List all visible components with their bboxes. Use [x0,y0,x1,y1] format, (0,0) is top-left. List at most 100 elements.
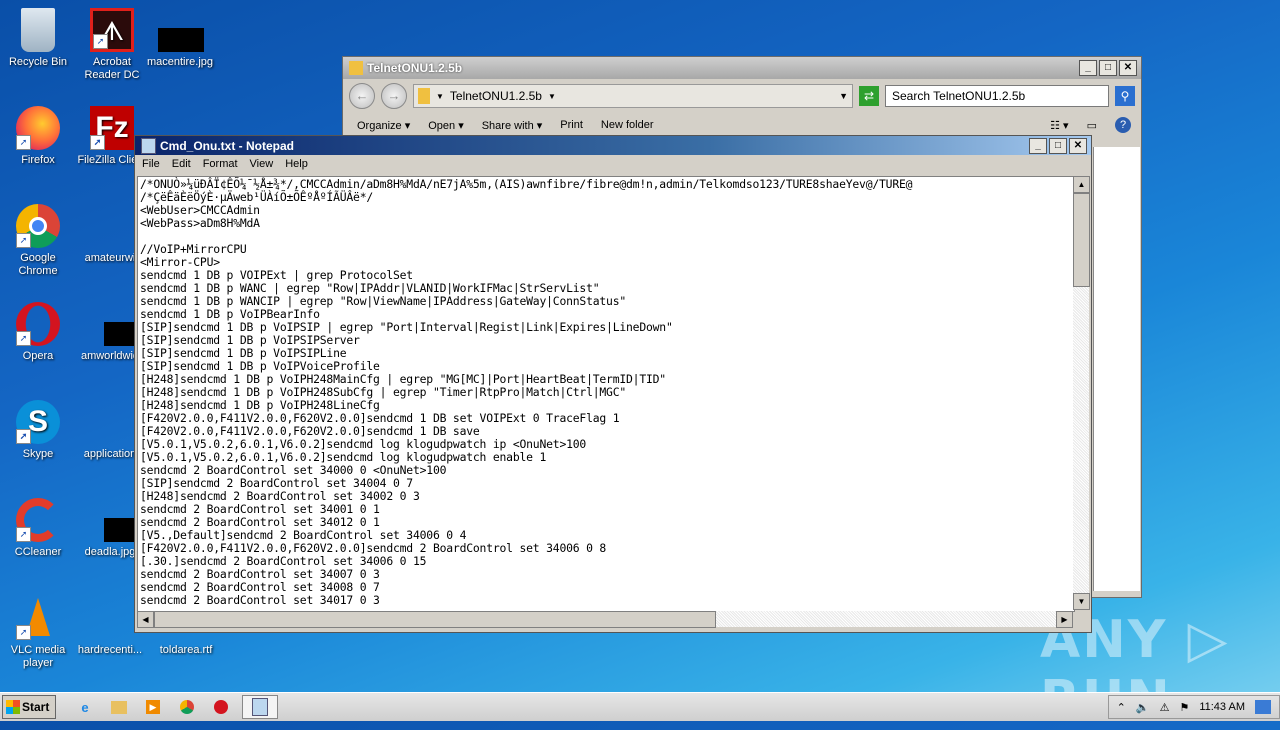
refresh-icon[interactable]: ⇄ [859,86,879,106]
open-button[interactable]: Open ▾ [428,119,464,132]
horizontal-scroll-thumb[interactable] [154,611,716,628]
desktop-icon-label: toldarea.rtf [159,644,213,656]
volume-icon[interactable]: 🔈 [1136,701,1150,714]
horizontal-scrollbar[interactable]: ◀ ▶ [137,611,1073,628]
document-text[interactable]: /*ONUÒ»¼üÐÂÏ¢ÊÕ¼¯½Å±¾*/,CMCCAdmin/aDm8H%… [138,177,1074,608]
internet-explorer-icon[interactable]: e [72,696,98,718]
start-button[interactable]: Start [2,695,56,719]
opera-icon[interactable] [208,696,234,718]
menu-view[interactable]: View [250,158,274,170]
ccleaner-icon: ➚ [16,498,60,542]
show-desktop-button[interactable] [1255,700,1271,714]
desktop-icon-skype[interactable]: S ➚ Skype [0,400,76,461]
desktop-icon-label: macentire.jpg [146,56,214,68]
desktop-icon-label: Recycle Bin [8,56,68,68]
breadcrumb-chevron-icon[interactable]: ▼ [436,92,444,101]
scroll-right-button[interactable]: ▶ [1056,611,1073,628]
address-dropdown-icon[interactable]: ▼ [839,91,848,101]
taskbar: Start e ▶ ⌃ 🔈 ⚠ ⚑ 11:43 AM [0,692,1280,721]
search-input[interactable]: Search TelnetONU1.2.5b [885,85,1109,107]
notepad-icon[interactable] [242,695,278,719]
folder-icon [349,61,363,75]
desktop-icon-label: Skype [22,448,54,460]
search-icon[interactable]: ⚲ [1115,86,1135,106]
vlc-icon: ➚ [16,596,60,640]
system-tray: ⌃ 🔈 ⚠ ⚑ 11:43 AM [1107,695,1280,719]
recycle-bin-icon [21,8,55,52]
close-button[interactable]: ✕ [1119,60,1137,76]
scroll-left-button[interactable]: ◀ [137,611,154,628]
show-hidden-icons-icon[interactable]: ⌃ [1117,701,1126,714]
share-with-button[interactable]: Share with ▾ [482,119,543,132]
desktop-icon-firefox[interactable]: ➚ Firefox [0,106,76,167]
firefox-icon: ➚ [16,106,60,150]
acrobat-icon: ᗑ ➚ [90,8,134,52]
desktop-icon-label: Acrobat Reader DC [84,56,140,81]
folder-icon [418,88,430,104]
opera-icon: ➚ [16,302,60,346]
back-button[interactable]: ← [349,83,375,109]
minimize-button[interactable]: _ [1029,137,1047,154]
file-icon [88,204,132,248]
desktop-icon-label: amworldwid [80,350,140,362]
notepad-titlebar[interactable]: Cmd_Onu.txt - Notepad _ □ ✕ [135,136,1091,155]
scroll-up-button[interactable]: ▲ [1073,176,1090,193]
view-options-icon[interactable]: ☷ ▾ [1050,119,1068,132]
notepad-title: Cmd_Onu.txt - Notepad [160,138,294,153]
desktop-icon-label: deadla.jpg [84,546,136,558]
action-center-flag-icon[interactable]: ⚑ [1179,701,1189,714]
explorer-title: TelnetONU1.2.5b [367,61,463,75]
breadcrumb-item[interactable]: TelnetONU1.2.5b [450,89,542,103]
address-bar[interactable]: ▼ TelnetONU1.2.5b ▼ ▼ [413,84,853,108]
desktop-icon-label: VLC media player [10,644,66,669]
preview-pane-icon[interactable]: ▭ [1087,119,1097,132]
file-icon [88,302,148,346]
desktop-icon-label: application [83,448,137,460]
notepad-window[interactable]: Cmd_Onu.txt - Notepad _ □ ✕ File Edit Fo… [134,135,1092,633]
desktop-icon-recycle-bin[interactable]: Recycle Bin [0,8,76,69]
text-editor[interactable]: /*ONUÒ»¼üÐÂÏ¢ÊÕ¼¯½Å±¾*/,CMCCAdmin/aDm8H%… [137,176,1075,612]
file-explorer-icon[interactable] [106,696,132,718]
forward-button[interactable]: → [381,83,407,109]
filezilla-icon: Fz ➚ [90,106,134,150]
menu-edit[interactable]: Edit [172,158,191,170]
network-warning-icon[interactable]: ⚠ [1160,701,1170,714]
notepad-icon [141,137,156,154]
skype-icon: S ➚ [16,400,60,444]
clock[interactable]: 11:43 AM [1199,701,1245,713]
file-icon [88,596,132,640]
image-file-icon [158,8,204,52]
vertical-scrollbar[interactable]: ▲ ▼ [1073,176,1090,610]
help-icon[interactable]: ? [1115,117,1131,133]
print-button[interactable]: Print [560,119,583,131]
desktop-icon-acrobat[interactable]: ᗑ ➚ Acrobat Reader DC [74,8,150,82]
desktop-icon-label: CCleaner [14,546,62,558]
menu-help[interactable]: Help [285,158,308,170]
desktop-icon-label: Firefox [21,154,55,166]
windows-logo-icon [6,700,20,714]
organize-button[interactable]: Organize ▾ [357,119,410,132]
desktop-icon-vlc[interactable]: ➚ VLC media player [0,596,76,670]
breadcrumb-chevron-icon[interactable]: ▼ [548,92,556,101]
chrome-icon: ➚ [16,204,60,248]
chrome-icon[interactable] [174,696,200,718]
menu-bar: File Edit Format View Help [135,155,1091,173]
scroll-down-button[interactable]: ▼ [1073,593,1090,610]
close-button[interactable]: ✕ [1069,137,1087,154]
menu-format[interactable]: Format [203,158,238,170]
maximize-button[interactable]: □ [1099,60,1117,76]
desktop-icon-label: hardrecenti... [77,644,143,656]
desktop-icon-macentire[interactable]: macentire.jpg [142,8,218,69]
new-folder-button[interactable]: New folder [601,119,654,131]
maximize-button[interactable]: □ [1049,137,1067,154]
media-player-icon[interactable]: ▶ [140,696,166,718]
desktop-icon-opera[interactable]: ➚ Opera [0,302,76,363]
vertical-scroll-thumb[interactable] [1073,193,1090,287]
minimize-button[interactable]: _ [1079,60,1097,76]
explorer-titlebar[interactable]: TelnetONU1.2.5b _ □ ✕ [343,57,1141,79]
image-file-icon [88,498,148,542]
menu-file[interactable]: File [142,158,160,170]
desktop-icon-ccleaner[interactable]: ➚ CCleaner [0,498,76,559]
desktop-icon-chrome[interactable]: ➚ Google Chrome [0,204,76,278]
explorer-content-pane [1093,147,1140,591]
